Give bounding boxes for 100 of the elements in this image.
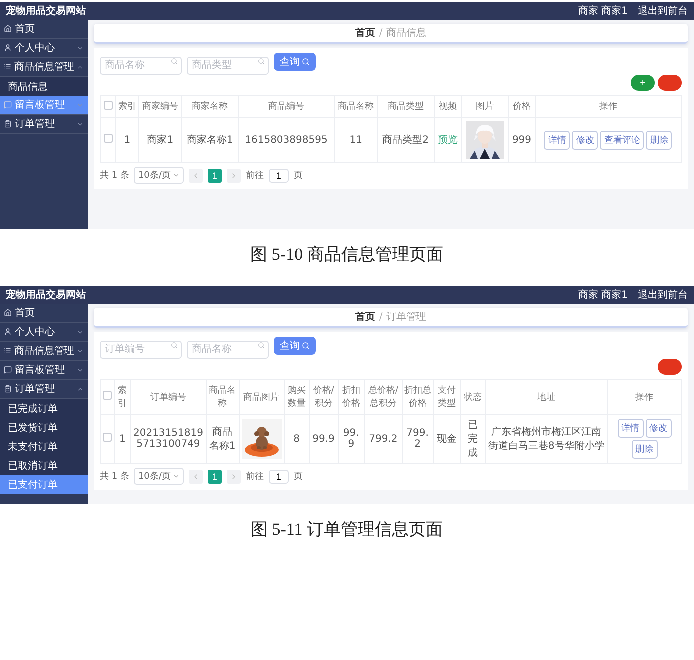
menu-item[interactable]: 首页 [0,304,88,323]
action-button[interactable]: 详情 [618,419,644,438]
action-button[interactable]: 修改 [572,130,598,150]
home-icon [4,309,12,317]
search-icon [302,342,310,350]
header-link[interactable]: 商家 商家1 [578,288,628,302]
search-icon [302,58,310,66]
table-cell: 1 [114,414,131,464]
next-page-button[interactable] [226,168,241,182]
submenu-item[interactable]: 未支付订单 [0,437,88,456]
search-icon [171,58,178,65]
header-link[interactable]: 退出到前台 [638,288,688,302]
breadcrumb-separator: / [379,28,383,38]
next-page-button[interactable] [226,470,241,484]
action-button[interactable]: 删除 [646,130,672,150]
menu-item[interactable]: 个人中心 [0,39,88,58]
menu-item[interactable]: 订单管理 [0,115,88,134]
column-header: 价格 [508,96,536,118]
table-cell: 202131518195713100749 [130,414,206,464]
page-size-select[interactable]: 10条/页 [134,167,184,184]
column-header: 操作 [535,96,682,118]
column-header: 商家编号 [138,96,182,118]
column-header: 折扣总价格 [402,380,434,414]
column-header: 图片 [461,96,509,118]
breadcrumb-separator: / [379,312,383,322]
column-header: 操作 [608,380,682,414]
chevron-icon [77,102,84,108]
figure-caption: 图 5-10 商品信息管理页面 [250,244,444,266]
checkbox[interactable] [104,100,113,110]
goto-suffix: 页 [294,170,303,182]
action-button[interactable]: 删除 [632,440,658,459]
action-button[interactable]: 修改 [646,419,672,438]
column-header: 支付类型 [433,380,460,414]
submenu-item[interactable]: 已发货订单 [0,418,88,437]
message-icon [4,366,12,374]
search-icon [171,342,178,349]
page-size-select[interactable]: 10条/页 [134,468,184,485]
header-link[interactable]: 商家 商家1 [578,4,628,18]
chevron-icon [77,120,84,128]
header-link[interactable]: 退出到前台 [638,4,688,18]
list-icon [4,63,12,71]
menu-item[interactable]: 个人中心 [0,323,88,342]
prev-page-button[interactable] [188,168,203,182]
column-header: 总价格/总积分 [364,380,402,414]
column-header: 状态 [460,380,486,414]
goto-label: 前往 [246,170,264,182]
table-cell: 商品类型2 [378,118,434,162]
search-field[interactable]: 商品名称 [100,56,182,74]
goto-page-field[interactable]: 1 [268,470,289,484]
action-button[interactable]: 详情 [544,130,570,150]
list-icon [4,347,12,355]
site-title: 宠物用品交易网站 [6,4,87,18]
total-count: 共 1 条 [100,470,130,483]
column-header: 商品名称 [206,380,240,414]
prev-page-button[interactable] [188,470,203,484]
home-icon [4,25,12,33]
table-cell: 1615803898595 [238,118,335,162]
action-button[interactable]: 查看评论 [600,130,644,150]
add-button[interactable]: + [631,75,655,91]
submenu-item[interactable]: 已完成订单 [0,399,88,418]
table-cell: 广东省梅州市梅江区江南街道白马三巷8号华附小学 [485,414,608,464]
table-cell: 999 [508,118,536,162]
search-field[interactable]: 订单编号 [100,340,182,358]
column-header: 价格/积分 [310,380,338,414]
goto-page-field[interactable]: 1 [268,168,289,182]
search-field[interactable]: 商品类型 [187,56,269,74]
table-cell: 商家名称1 [182,118,238,162]
checkbox[interactable] [103,391,112,400]
table-cell: 8 [284,414,310,464]
clipboard-icon [4,385,12,393]
chevron-icon [77,386,84,392]
checkbox[interactable] [104,134,113,143]
table-cell: 99.9 [338,414,365,464]
search-field[interactable]: 商品名称 [187,340,269,358]
chevron-icon [77,44,84,52]
table-cell: 99.9 [310,414,338,464]
total-count: 共 1 条 [100,170,130,182]
chevron-icon [77,64,84,70]
submenu-item[interactable]: 商品信息 [0,77,88,96]
column-header: 订单编号 [130,380,206,414]
table-cell: 11 [334,118,378,162]
checkbox[interactable] [103,433,112,442]
goto-suffix: 页 [294,471,303,483]
column-header: 商品图片 [239,380,284,414]
search-icon [258,342,265,349]
user-icon [4,44,12,52]
user-icon [4,328,12,336]
table-cell: 商品名称1 [206,414,240,464]
search-icon [258,58,265,65]
clipboard-icon [4,120,12,128]
submenu-item[interactable]: 已取消订单 [0,456,88,475]
delete-button[interactable] [658,75,682,91]
delete-button[interactable] [658,359,682,375]
menu-item[interactable]: 首页 [0,20,88,39]
breadcrumb-item[interactable]: 首页 [355,26,376,40]
menu-item[interactable]: 商品信息管理 [0,342,88,361]
chevron-icon [172,172,180,179]
breadcrumb-item[interactable]: 首页 [355,310,376,324]
column-header: 折扣价格 [338,380,365,414]
menu-item[interactable]: 留言板管理 [0,361,88,380]
